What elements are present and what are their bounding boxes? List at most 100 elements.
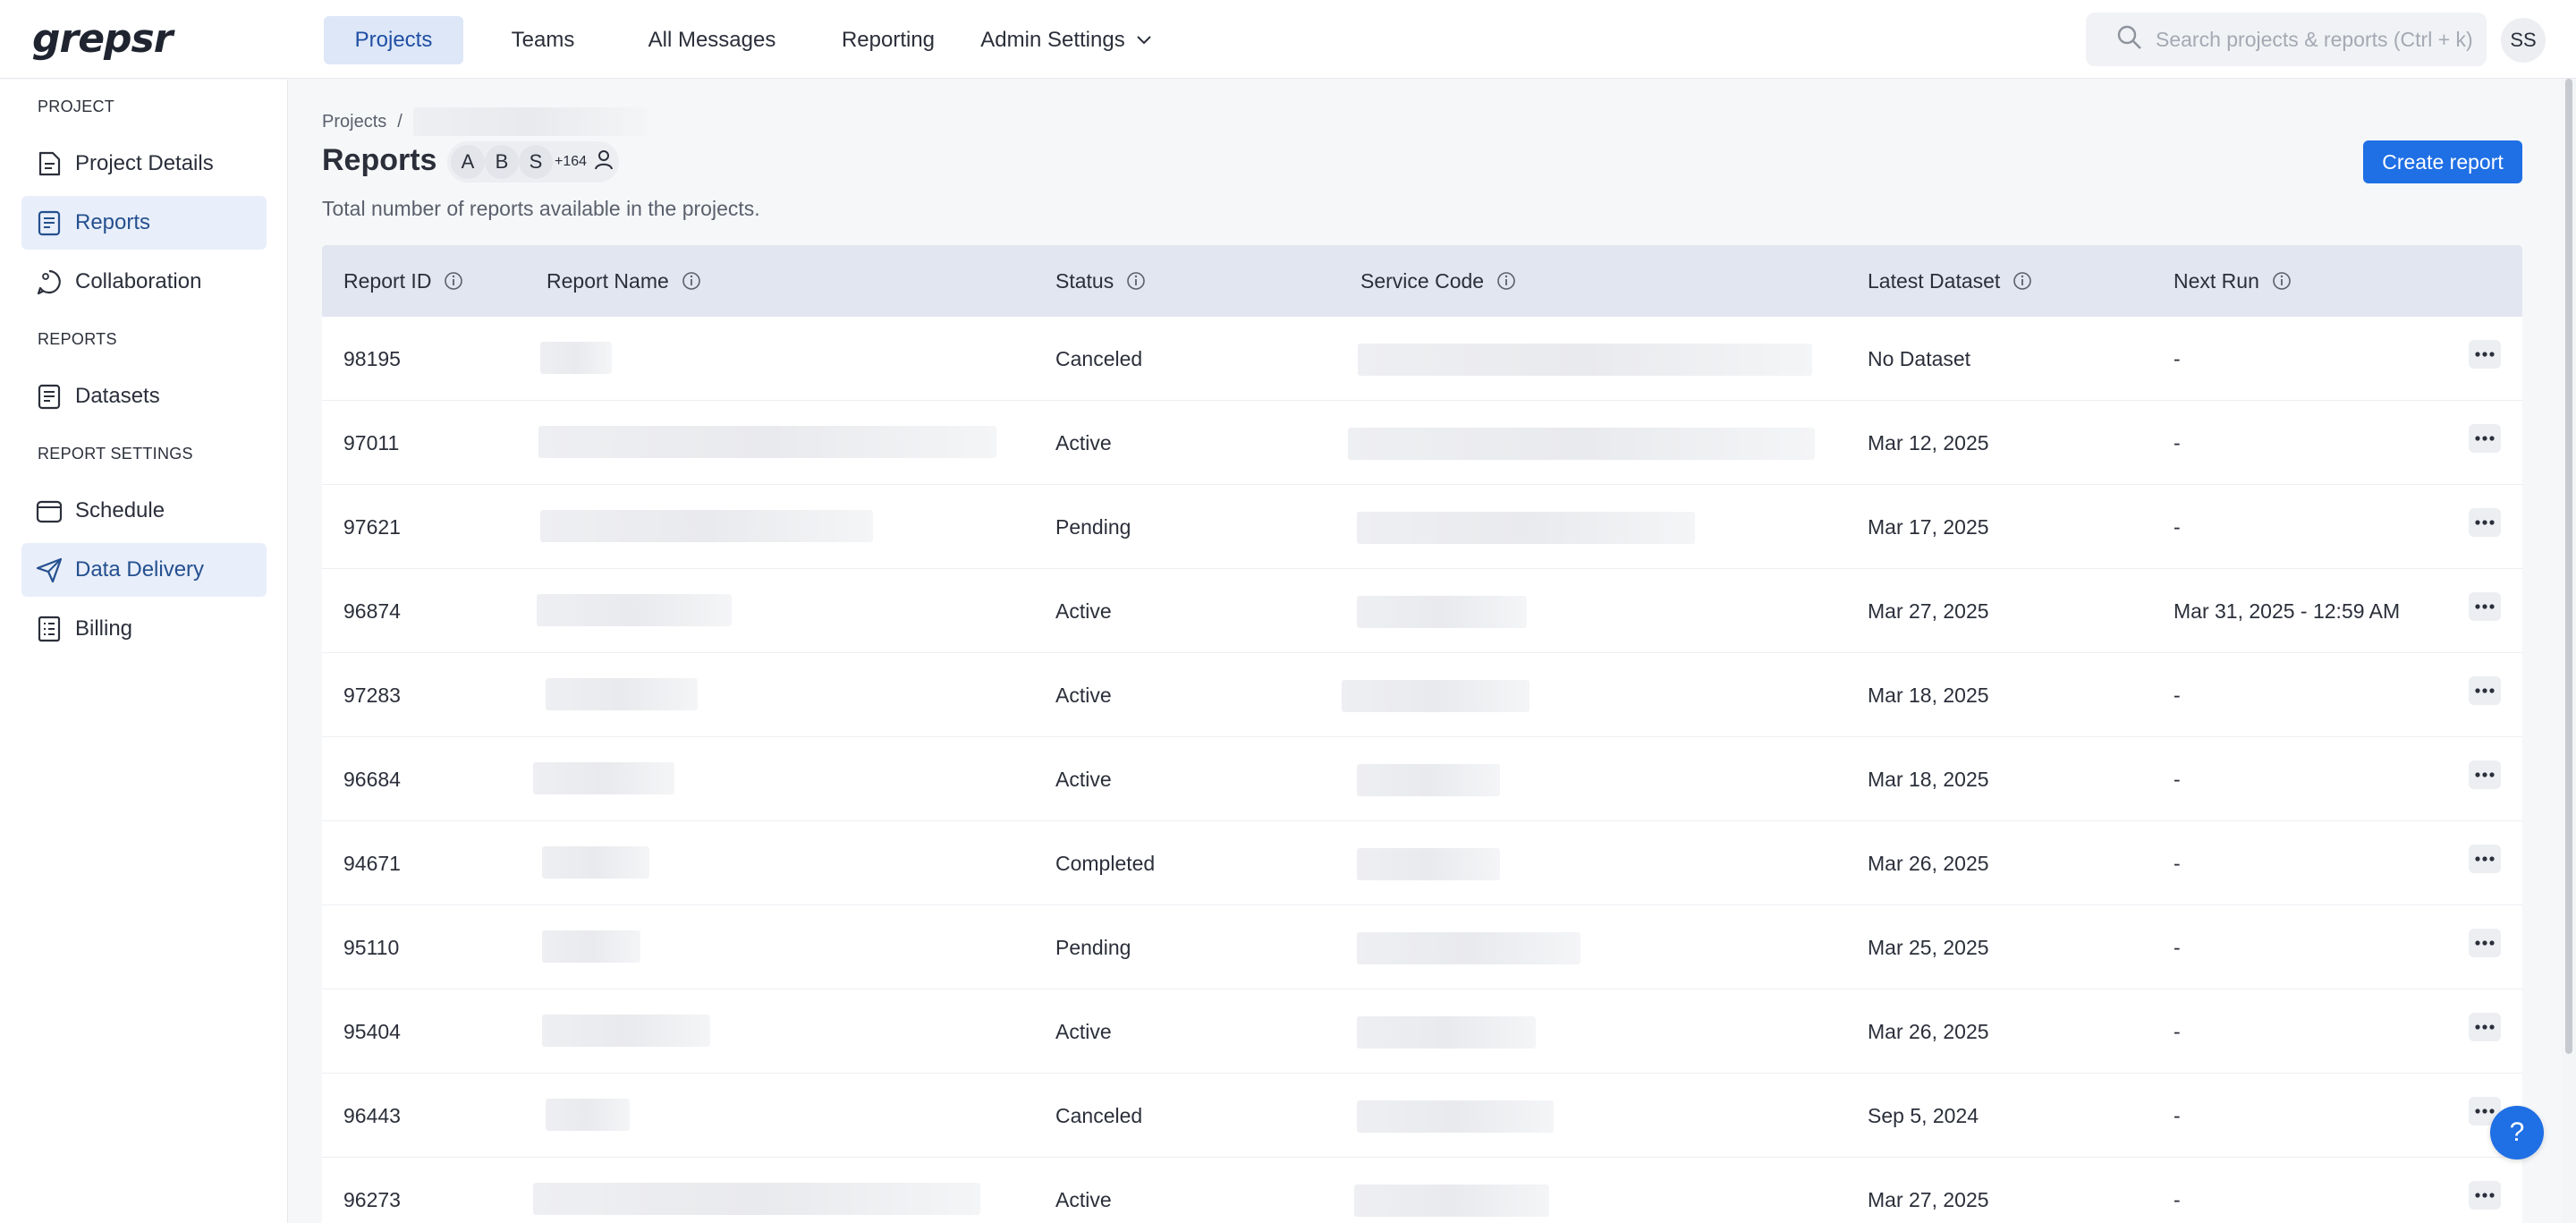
scrollbar-thumb[interactable]: [2565, 79, 2572, 1054]
cell-report-id: 96273: [343, 1187, 401, 1211]
table-row[interactable]: 95404 Active Mar 26, 2025 -: [322, 989, 2522, 1074]
sidebar-item-collaboration[interactable]: Collaboration: [21, 255, 267, 309]
sidebar-item-datasets[interactable]: Datasets: [21, 369, 267, 423]
row-actions-button[interactable]: [2469, 424, 2501, 453]
sidebar-heading-project: PROJECT: [38, 98, 115, 115]
table-row[interactable]: 96684 Active Mar 18, 2025 -: [322, 737, 2522, 821]
more-horizontal-icon: [2474, 851, 2496, 867]
row-actions-button[interactable]: [2469, 592, 2501, 621]
cell-next-run: Mar 31, 2025 - 12:59 AM: [2174, 599, 2401, 623]
row-actions-button[interactable]: [2469, 676, 2501, 705]
top-bar: grepsr Projects Teams All Messages Repor…: [0, 0, 2576, 79]
table-row[interactable]: 97011 Active Mar 12, 2025 -: [322, 401, 2522, 485]
table-row[interactable]: 97621 Pending Mar 17, 2025 -: [322, 485, 2522, 569]
report-name-loading-placeholder: [540, 510, 873, 542]
cell-next-run: -: [2174, 430, 2181, 454]
cell-latest-dataset: Sep 5, 2024: [1868, 1103, 1979, 1127]
info-icon[interactable]: [1126, 271, 1146, 291]
info-icon[interactable]: [1496, 271, 1516, 291]
cell-next-run: -: [2174, 767, 2181, 791]
row-actions-button[interactable]: [2469, 929, 2501, 957]
member-avatar: B: [485, 145, 519, 179]
nav-teams[interactable]: Teams: [476, 16, 610, 64]
member-avatar: A: [451, 145, 485, 179]
sidebar-item-label: Billing: [75, 616, 133, 641]
cell-next-run: -: [2174, 346, 2181, 370]
row-actions-button[interactable]: [2469, 845, 2501, 873]
app-logo[interactable]: grepsr: [32, 16, 173, 62]
table-row[interactable]: 96874 Active Mar 27, 2025 Mar 31, 2025 - 12…: [322, 569, 2522, 653]
cell-latest-dataset: Mar 26, 2025: [1868, 1019, 1989, 1043]
cell-latest-dataset: Mar 27, 2025: [1868, 1187, 1989, 1211]
search-input[interactable]: [2156, 27, 2478, 52]
breadcrumb-projects-link[interactable]: Projects: [322, 112, 386, 132]
cell-next-run: -: [2174, 935, 2181, 959]
cell-status: Active: [1055, 599, 1112, 623]
report-name-loading-placeholder: [546, 678, 698, 710]
search-box[interactable]: [2086, 13, 2487, 66]
column-header-status[interactable]: Status: [1055, 245, 1146, 317]
nav-all-messages[interactable]: All Messages: [623, 16, 801, 64]
help-button[interactable]: ?: [2490, 1106, 2544, 1159]
column-header-label: Report ID: [343, 268, 432, 293]
cell-report-id: 96874: [343, 599, 401, 623]
members-group[interactable]: A B S +164: [447, 141, 619, 183]
column-header-latest-dataset[interactable]: Latest Dataset: [1868, 245, 2032, 317]
cell-report-id: 98195: [343, 346, 401, 370]
service-code-loading-placeholder: [1354, 1185, 1549, 1217]
row-actions-button[interactable]: [2469, 760, 2501, 789]
nav-reporting[interactable]: Reporting: [810, 16, 966, 64]
column-header-report-id[interactable]: Report ID: [343, 245, 463, 317]
info-icon[interactable]: [2272, 271, 2292, 291]
cell-latest-dataset: Mar 25, 2025: [1868, 935, 1989, 959]
service-code-loading-placeholder: [1348, 428, 1815, 460]
table-row[interactable]: 98195 Canceled No Dataset -: [322, 317, 2522, 401]
table-row[interactable]: 95110 Pending Mar 25, 2025 -: [322, 905, 2522, 989]
cell-report-id: 97283: [343, 683, 401, 707]
column-header-service-code[interactable]: Service Code: [1360, 245, 1516, 317]
row-actions-button[interactable]: [2469, 1013, 2501, 1041]
info-icon[interactable]: [2012, 271, 2032, 291]
table-row[interactable]: 97283 Active Mar 18, 2025 -: [322, 653, 2522, 737]
service-code-loading-placeholder: [1357, 1100, 1554, 1133]
report-name-loading-placeholder: [533, 762, 674, 794]
cell-status: Pending: [1055, 935, 1131, 959]
column-header-next-run[interactable]: Next Run: [2174, 245, 2292, 317]
cell-latest-dataset: Mar 18, 2025: [1868, 767, 1989, 791]
cell-report-id: 97621: [343, 514, 401, 539]
more-horizontal-icon: [2474, 346, 2496, 362]
row-actions-button[interactable]: [2469, 340, 2501, 369]
report-name-loading-placeholder: [533, 1183, 980, 1215]
info-icon[interactable]: [444, 271, 463, 291]
table-row[interactable]: 96273 Active Mar 27, 2025 -: [322, 1158, 2522, 1223]
sidebar-item-billing[interactable]: Billing: [21, 602, 267, 656]
nav-admin-settings[interactable]: Admin Settings: [977, 16, 1156, 64]
table-row[interactable]: 96443 Canceled Sep 5, 2024 -: [322, 1074, 2522, 1158]
column-header-label: Report Name: [547, 268, 669, 293]
cell-status: Active: [1055, 430, 1112, 454]
page-scrollbar[interactable]: [2562, 79, 2576, 1223]
breadcrumb-separator: /: [397, 111, 402, 132]
nav-projects[interactable]: Projects: [324, 16, 463, 64]
more-horizontal-icon: [2474, 599, 2496, 615]
sidebar-item-label: Datasets: [75, 384, 160, 408]
sidebar-item-label: Collaboration: [75, 269, 202, 293]
service-code-loading-placeholder: [1357, 512, 1695, 544]
table-row[interactable]: 94671 Completed Mar 26, 2025 -: [322, 821, 2522, 905]
row-actions-button[interactable]: [2469, 1181, 2501, 1210]
sidebar-item-schedule[interactable]: Schedule: [21, 484, 267, 538]
cell-report-id: 97011: [343, 430, 400, 454]
sidebar-item-reports[interactable]: Reports: [21, 196, 267, 250]
service-code-loading-placeholder: [1357, 1016, 1536, 1049]
sidebar-item-data-delivery[interactable]: Data Delivery: [21, 543, 267, 597]
column-header-report-name[interactable]: Report Name: [547, 245, 701, 317]
cell-report-id: 95404: [343, 1019, 401, 1043]
sidebar-item-project-details[interactable]: Project Details: [21, 137, 267, 191]
create-report-button[interactable]: Create report: [2363, 140, 2522, 183]
member-avatar: S: [519, 145, 553, 179]
row-actions-button[interactable]: [2469, 508, 2501, 537]
cell-latest-dataset: Mar 18, 2025: [1868, 683, 1989, 707]
cell-status: Pending: [1055, 514, 1131, 539]
user-avatar[interactable]: SS: [2501, 18, 2546, 63]
info-icon[interactable]: [682, 271, 701, 291]
